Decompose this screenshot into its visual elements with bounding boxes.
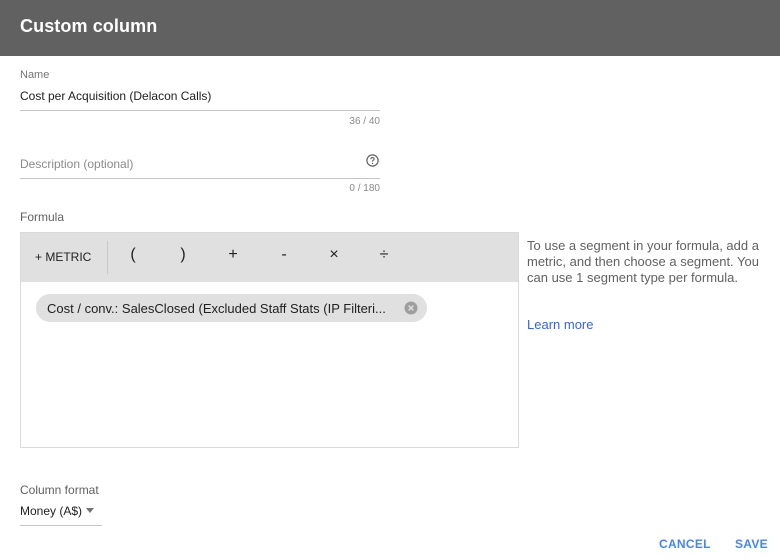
name-char-counter: 36 / 40 xyxy=(349,116,380,127)
dialog-header: Custom column xyxy=(0,0,780,56)
description-underline xyxy=(20,178,380,179)
column-format-select[interactable]: Money (A$) xyxy=(20,503,102,526)
name-input[interactable]: Cost per Acquisition (Delacon Calls) xyxy=(20,89,211,103)
chip-label: Cost / conv.: SalesClosed (Excluded Staf… xyxy=(47,301,386,316)
minus-button[interactable]: - xyxy=(274,246,294,264)
dropdown-caret-icon xyxy=(86,508,94,513)
divide-button[interactable]: ÷ xyxy=(374,246,394,264)
column-format-label: Column format xyxy=(20,483,99,497)
plus-button[interactable]: + xyxy=(223,246,243,264)
column-format-value: Money (A$) xyxy=(20,504,83,518)
add-metric-button[interactable]: + METRIC xyxy=(35,250,91,264)
close-paren-button[interactable]: ) xyxy=(173,246,193,264)
open-paren-button[interactable]: ( xyxy=(123,246,143,264)
description-char-counter: 0 / 180 xyxy=(349,183,380,194)
formula-editor[interactable]: + METRIC ( ) + - × ÷ Cost / conv.: Sales… xyxy=(20,232,519,448)
toolbar-divider xyxy=(107,241,108,274)
formula-label: Formula xyxy=(20,210,65,224)
help-circle-icon[interactable] xyxy=(366,154,379,167)
multiply-button[interactable]: × xyxy=(324,246,344,264)
cancel-button[interactable]: CANCEL xyxy=(659,537,711,551)
name-underline xyxy=(20,110,380,111)
name-label: Name xyxy=(20,69,50,81)
description-input[interactable]: Description (optional) xyxy=(20,157,133,171)
save-button[interactable]: SAVE xyxy=(735,537,768,551)
formula-metric-chip[interactable]: Cost / conv.: SalesClosed (Excluded Staf… xyxy=(36,294,427,322)
segment-help-text: To use a segment in your formula, add a … xyxy=(527,238,759,285)
dialog-title: Custom column xyxy=(20,16,158,36)
formula-toolbar: + METRIC ( ) + - × ÷ xyxy=(21,233,518,282)
learn-more-link[interactable]: Learn more xyxy=(527,317,593,332)
remove-chip-icon[interactable] xyxy=(404,301,418,315)
